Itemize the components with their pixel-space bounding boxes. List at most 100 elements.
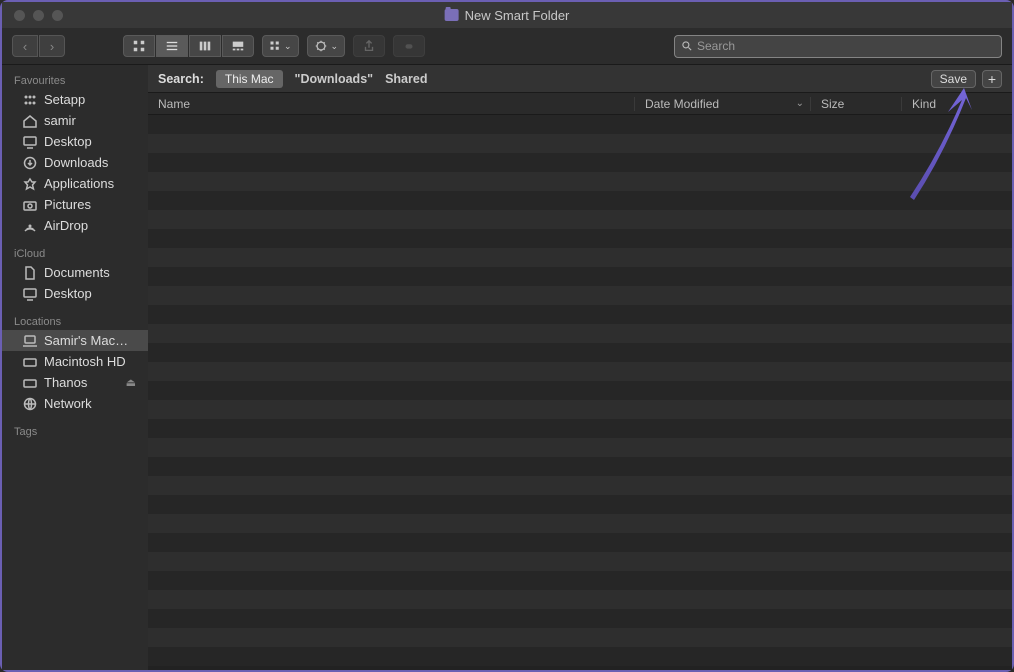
table-row [148,476,1012,495]
scope-this-mac[interactable]: This Mac [216,70,283,88]
sidebar-item-label: AirDrop [44,218,88,233]
sidebar-item-label: Network [44,396,92,411]
table-row [148,533,1012,552]
sidebar-section-locations: Locations [2,312,148,330]
list-view-button[interactable] [156,35,188,57]
sidebar-item-label: Samir's Mac… [44,333,128,348]
search-scope-bar: Search: This Mac "Downloads" Shared Save… [148,65,1012,93]
sidebar-item-label: Setapp [44,92,85,107]
minimize-window-button[interactable] [33,10,44,21]
close-window-button[interactable] [14,10,25,21]
table-row [148,210,1012,229]
save-button[interactable]: Save [931,70,976,88]
sidebar-item-label: Macintosh HD [44,354,126,369]
sidebar-item-label: Thanos [44,375,87,390]
sidebar-item-setapp[interactable]: Setapp [2,89,148,110]
sidebar-item-network[interactable]: Network [2,393,148,414]
chevron-down-icon: ⌄ [331,41,339,52]
add-criteria-button[interactable]: + [982,70,1002,88]
table-row [148,134,1012,153]
sidebar-item-label: Desktop [44,286,92,301]
tag-button[interactable] [393,35,425,57]
table-row [148,400,1012,419]
table-row [148,267,1012,286]
apps-icon [22,177,38,191]
file-list[interactable] [148,115,1012,670]
column-headers: Name Date Modified ⌄ Size Kind [148,93,1012,115]
sidebar-item-airdrop[interactable]: AirDrop [2,215,148,236]
scope-downloads[interactable]: "Downloads" [295,72,374,86]
desktop-icon [22,135,38,149]
table-row [148,343,1012,362]
sidebar-item-macintosh-hd[interactable]: Macintosh HD [2,351,148,372]
disk-icon [22,355,38,369]
zoom-window-button[interactable] [52,10,63,21]
window-title-text: New Smart Folder [465,8,570,23]
action-button[interactable]: ⌄ [307,35,346,57]
camera-icon [22,198,38,212]
sidebar-item-label: Downloads [44,155,108,170]
column-name[interactable]: Name [148,97,634,111]
gallery-view-button[interactable] [222,35,254,57]
table-row [148,115,1012,134]
table-row [148,248,1012,267]
window-title: New Smart Folder [445,8,570,23]
icon-view-button[interactable] [123,35,155,57]
laptop-icon [22,334,38,348]
table-row [148,362,1012,381]
table-row [148,590,1012,609]
sidebar-item-pictures[interactable]: Pictures [2,194,148,215]
table-row [148,191,1012,210]
table-row [148,647,1012,666]
sidebar-item-this-mac[interactable]: Samir's Mac… [2,330,148,351]
toolbar: ‹ › ⌄ ⌄ [2,28,1012,65]
table-row [148,419,1012,438]
sidebar-item-label: Applications [44,176,114,191]
titlebar: New Smart Folder [2,2,1012,28]
table-row [148,229,1012,248]
table-row [148,609,1012,628]
column-view-button[interactable] [189,35,221,57]
sidebar-section-tags: Tags [2,422,148,440]
window-controls [14,10,63,21]
content-area: Search: This Mac "Downloads" Shared Save… [148,65,1012,670]
view-mode-group [123,35,254,57]
sidebar-item-desktop[interactable]: Desktop [2,131,148,152]
column-kind[interactable]: Kind [902,97,1012,111]
share-button[interactable] [353,35,385,57]
disk-icon [22,376,38,390]
forward-button[interactable]: › [39,35,65,57]
table-row [148,571,1012,590]
table-row [148,495,1012,514]
sidebar-item-label: Pictures [44,197,91,212]
table-row [148,305,1012,324]
sidebar-item-documents[interactable]: Documents [2,262,148,283]
sidebar-item-applications[interactable]: Applications [2,173,148,194]
table-row [148,172,1012,191]
table-row [148,552,1012,571]
sidebar-item-thanos[interactable]: Thanos ⏏ [2,372,148,393]
scope-shared[interactable]: Shared [385,72,427,86]
sidebar-item-icloud-desktop[interactable]: Desktop [2,283,148,304]
table-row [148,628,1012,647]
column-size[interactable]: Size [811,97,901,111]
back-button[interactable]: ‹ [12,35,38,57]
sidebar-item-downloads[interactable]: Downloads [2,152,148,173]
table-row [148,381,1012,400]
download-icon [22,156,38,170]
doc-icon [22,266,38,280]
sidebar-item-home[interactable]: samir [2,110,148,131]
table-row [148,457,1012,476]
airdrop-icon [22,219,38,233]
sidebar-section-favourites: Favourites [2,71,148,89]
desktop-icon [22,287,38,301]
sidebar-section-icloud: iCloud [2,244,148,262]
arrange-button[interactable]: ⌄ [262,35,299,57]
search-input[interactable] [697,39,995,53]
column-date-modified[interactable]: Date Modified ⌄ [635,97,810,111]
sidebar-item-label: samir [44,113,76,128]
grid-icon [22,93,38,107]
search-field[interactable] [674,35,1002,58]
table-row [148,153,1012,172]
eject-icon[interactable]: ⏏ [126,376,136,389]
